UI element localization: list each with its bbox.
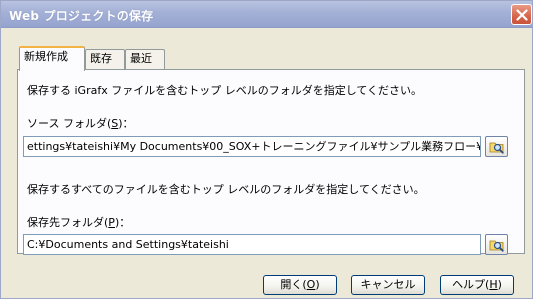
save-web-project-dialog: Web プロジェクトの保存 新規作成 既存 最近 保存する iGrafx ファイ… (0, 0, 533, 299)
destination-description: 保存するすべてのファイルを含むトップ レベルのフォルダを指定してください。 (27, 183, 425, 196)
window-title: Web プロジェクトの保存 (9, 9, 154, 23)
open-button[interactable]: 開く(O) (263, 275, 337, 295)
help-button[interactable]: ヘルプ(H) (440, 275, 514, 295)
source-description: 保存する iGrafx ファイルを含むトップ レベルのフォルダを指定してください… (27, 84, 423, 97)
tab-new[interactable]: 新規作成 (19, 46, 85, 71)
cancel-button[interactable]: キャンセル (351, 275, 425, 295)
close-button[interactable] (511, 4, 532, 25)
tab-panel-new: 保存する iGrafx ファイルを含むトップ レベルのフォルダを指定してください… (17, 69, 525, 255)
source-folder-label: ソース フォルダ(S)： (27, 117, 134, 130)
destination-folder-value: C:¥Documents and Settings¥tateishi (27, 238, 229, 251)
source-folder-value: ettings¥tateishi¥My Documents¥00_SOX+トレー… (27, 140, 481, 153)
tab-new-label: 新規作成 (24, 50, 68, 63)
destination-folder-input[interactable]: C:¥Documents and Settings¥tateishi (23, 234, 481, 255)
source-folder-input[interactable]: ettings¥tateishi¥My Documents¥00_SOX+トレー… (23, 136, 481, 157)
source-browse-button[interactable] (485, 136, 508, 157)
cancel-button-label: キャンセル (360, 278, 416, 291)
destination-browse-button[interactable] (485, 234, 508, 255)
tab-recent-label: 最近 (130, 52, 152, 65)
tab-existing-label: 既存 (90, 52, 112, 65)
title-bar[interactable]: Web プロジェクトの保存 (1, 1, 532, 28)
destination-folder-label: 保存先フォルダ(P)： (27, 216, 131, 229)
tab-existing[interactable]: 既存 (85, 49, 125, 70)
tab-recent[interactable]: 最近 (125, 49, 165, 70)
